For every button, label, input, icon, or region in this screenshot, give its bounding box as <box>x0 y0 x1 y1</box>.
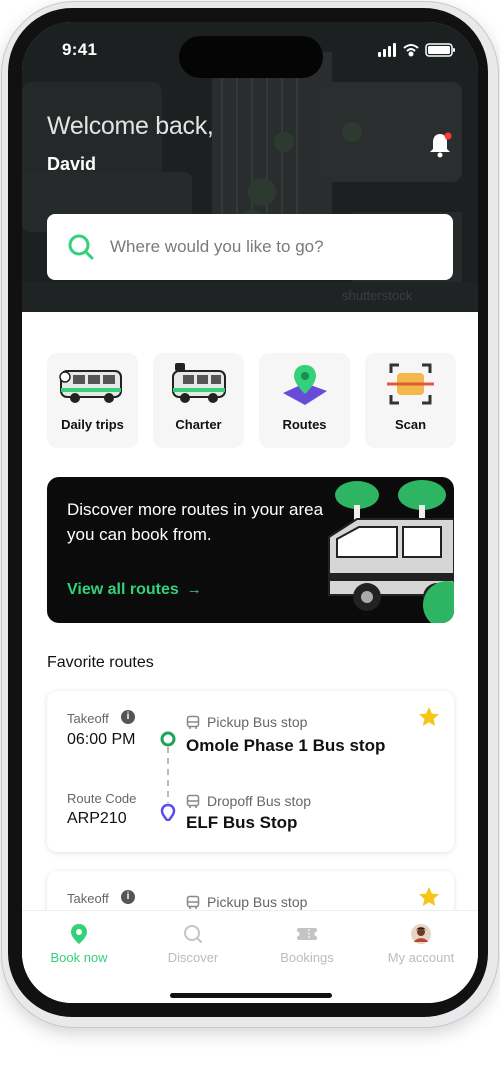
wifi-icon <box>403 44 419 57</box>
pickup-label: Pickup Bus stop <box>207 894 308 910</box>
arrow-right-icon: → <box>186 581 202 598</box>
nav-discover-label: Discover <box>167 950 219 965</box>
route-code: ARP210 <box>67 810 127 827</box>
scan-label: Scan <box>394 417 427 432</box>
takeoff-time: 06:00 PM <box>67 731 136 748</box>
battery-icon <box>425 43 455 57</box>
nav-my-account[interactable]: My account <box>364 911 478 971</box>
search-icon <box>68 234 94 260</box>
nav-bookings[interactable]: Bookings <box>250 911 364 971</box>
nav-book-now[interactable]: Book now <box>22 911 136 971</box>
dropoff-pin-icon <box>160 803 176 821</box>
status-icons <box>378 43 455 57</box>
dynamic-island <box>179 36 323 78</box>
bus-illustration <box>328 480 454 623</box>
ticket-icon <box>297 928 317 940</box>
info-icon[interactable]: i <box>121 710 135 724</box>
pickup-label: Pickup Bus stop <box>207 714 308 730</box>
status-time: 9:41 <box>62 40 98 59</box>
signal-icon <box>378 43 396 57</box>
scan-icon <box>387 363 434 405</box>
nav-book-now-label: Book now <box>50 950 108 965</box>
route-card[interactable]: Takeoff i 06:00 PM Route Code ARP210 Pic… <box>47 691 454 852</box>
pickup-stop-name: Omole Phase 1 Bus stop <box>186 736 386 755</box>
home-indicator[interactable] <box>170 993 332 998</box>
promo-text: Discover more routes in your area you ca… <box>67 500 324 544</box>
takeoff-label: Takeoff <box>67 891 109 906</box>
takeoff-label: Takeoff <box>67 711 109 726</box>
pickup-dot-icon <box>160 731 176 747</box>
favorite-star-icon[interactable] <box>417 885 441 909</box>
search-bar[interactable]: Where would you like to go? <box>47 214 453 280</box>
routes-label: Routes <box>282 417 327 432</box>
nav-discover[interactable]: Discover <box>136 911 250 971</box>
bus-stop-icon <box>186 895 200 909</box>
avatar <box>411 924 431 944</box>
location-pin-icon <box>71 924 87 944</box>
info-icon[interactable]: i <box>121 890 135 904</box>
favorite-star-icon[interactable] <box>417 705 441 729</box>
charter-label: Charter <box>175 417 222 432</box>
favorite-routes-title: Favorite routes <box>47 654 154 671</box>
view-all-routes-label: View all routes <box>67 581 179 598</box>
bus-icon <box>59 370 122 403</box>
charter-bus-icon <box>172 363 226 403</box>
daily-trips-label: Daily trips <box>61 417 124 432</box>
discover-routes-banner[interactable]: Discover more routes in your area you ca… <box>47 477 454 623</box>
view-all-routes-link[interactable]: View all routes → <box>67 581 202 599</box>
header: shutterstock 9:41 Welcome back, David Wh… <box>22 22 478 312</box>
app-screen: shutterstock 9:41 Welcome back, David Wh… <box>22 22 478 1003</box>
nav-bookings-label: Bookings <box>280 950 334 965</box>
scan-button[interactable]: Scan <box>365 353 456 448</box>
route-connector <box>160 731 176 821</box>
daily-trips-button[interactable]: Daily trips <box>47 353 138 448</box>
route-code-label: Route Code <box>67 791 137 806</box>
bus-stop-icon <box>186 715 200 729</box>
map-pin-icon <box>283 365 327 405</box>
search-placeholder: Where would you like to go? <box>110 237 324 256</box>
welcome-text: Welcome back, <box>47 112 214 140</box>
dropoff-label: Dropoff Bus stop <box>207 793 312 809</box>
notification-bell-icon[interactable] <box>427 130 453 160</box>
nav-my-account-label: My account <box>387 950 455 965</box>
header-watermark: shutterstock <box>342 288 413 303</box>
charter-button[interactable]: Charter <box>153 353 244 448</box>
search-icon <box>184 925 202 943</box>
routes-button[interactable]: Routes <box>259 353 350 448</box>
dropoff-stop-name: ELF Bus Stop <box>186 813 298 832</box>
quick-actions: Daily trips Charter Routes Scan <box>47 353 456 448</box>
user-name: David <box>47 154 97 174</box>
bus-stop-icon <box>186 794 200 808</box>
bottom-navigation: Book now Discover Bookings My account <box>22 910 478 1003</box>
